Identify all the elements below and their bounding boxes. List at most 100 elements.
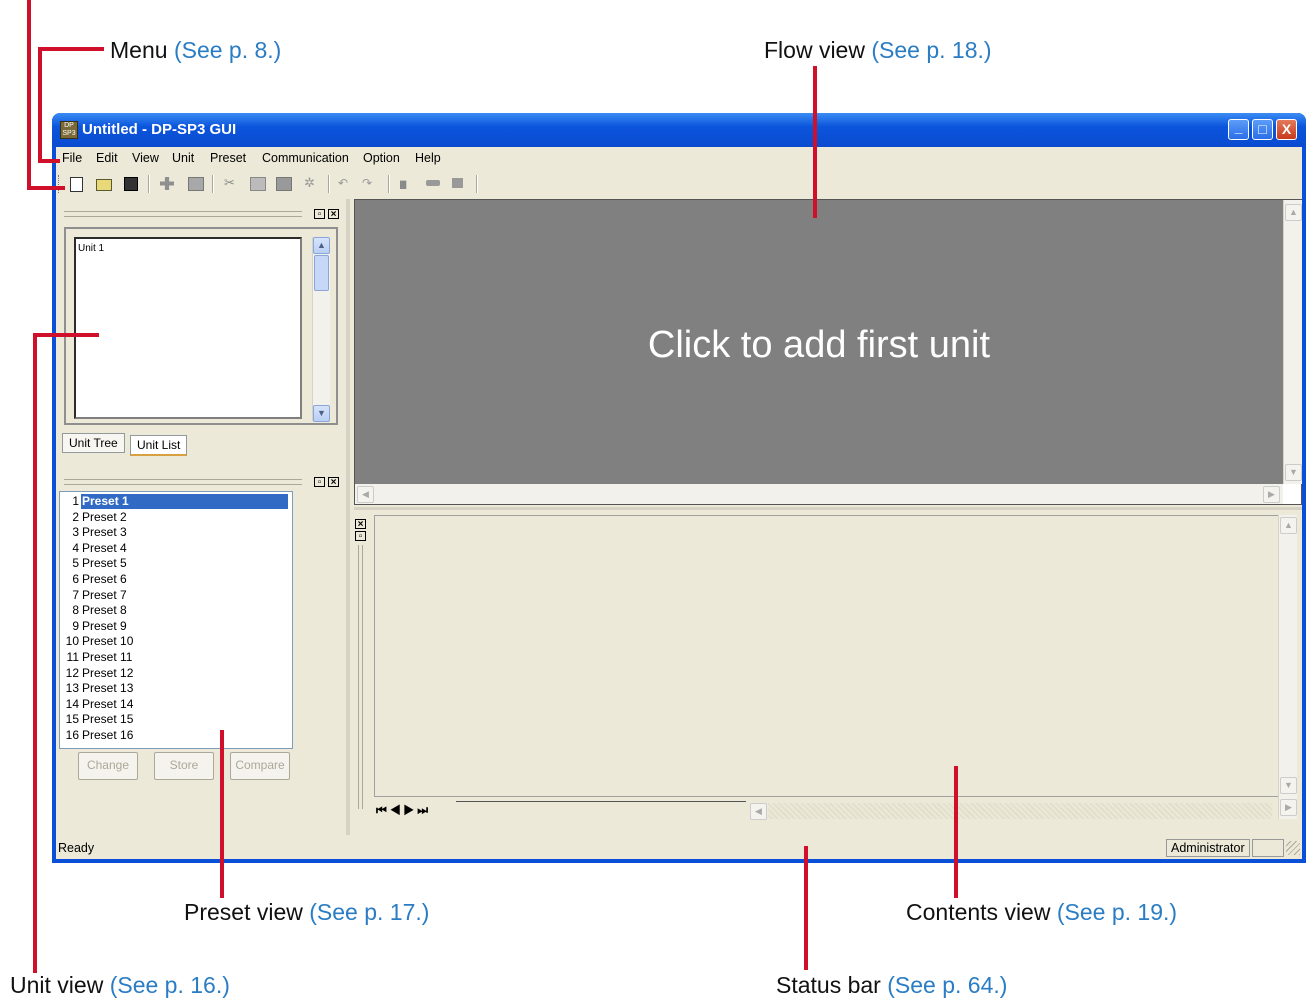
- unit-panel-gripbar[interactable]: ▫ ×: [60, 209, 342, 220]
- list-item[interactable]: 12 Preset 12: [60, 666, 292, 682]
- contents-scroll-left-icon[interactable]: ◀: [750, 803, 767, 820]
- status-user: Administrator: [1166, 839, 1250, 857]
- list-item[interactable]: 2 Preset 2: [60, 510, 292, 526]
- unit-panel-float-icon[interactable]: ▫: [314, 209, 325, 220]
- horizontal-splitter[interactable]: [354, 507, 1302, 510]
- contents-view[interactable]: ▲ ▼ ▶ ⏮◀▶⏭ ◀: [354, 511, 1302, 823]
- callout-preset-view: Preset view (See p. 17.): [184, 899, 430, 925]
- redo-icon[interactable]: ↷: [362, 177, 376, 189]
- callout-line-toolbar-v: [27, 0, 31, 190]
- callout-line-contents: [954, 766, 958, 898]
- scroll-right-icon[interactable]: ▶: [1263, 486, 1280, 503]
- menu-communication[interactable]: Communication: [262, 151, 349, 165]
- maximize-button[interactable]: □: [1252, 119, 1273, 140]
- list-item[interactable]: 9 Preset 9: [60, 619, 292, 635]
- minimize-button[interactable]: _: [1228, 119, 1249, 140]
- cut-icon[interactable]: ✂: [224, 176, 238, 189]
- list-item[interactable]: 16 Preset 16: [60, 728, 292, 744]
- scroll-left-icon[interactable]: ◀: [357, 486, 374, 503]
- prev-sheet-icon[interactable]: ◀: [390, 803, 404, 817]
- list-item[interactable]: 8 Preset 8: [60, 603, 292, 619]
- contents-horizontal-track[interactable]: [768, 803, 1272, 819]
- scroll-thumb[interactable]: [314, 255, 329, 291]
- app-icon: DP SP3: [60, 121, 78, 139]
- scroll-up-icon[interactable]: ▲: [1285, 204, 1302, 221]
- list-item[interactable]: 6 Preset 6: [60, 572, 292, 588]
- online-icon[interactable]: [426, 180, 440, 186]
- scroll-up-icon[interactable]: ▲: [313, 237, 330, 254]
- status-panel-empty: [1252, 839, 1284, 857]
- unit-list-scrollbar[interactable]: ▲ ▼: [312, 237, 330, 422]
- window-title: Untitled - DP-SP3 GUI: [82, 121, 237, 138]
- flow-placeholder-text[interactable]: Click to add first unit: [355, 324, 1283, 367]
- new-icon[interactable]: [70, 177, 83, 192]
- callout-line-preset: [220, 730, 224, 898]
- vertical-splitter[interactable]: [346, 199, 350, 835]
- list-item[interactable]: 5 Preset 5: [60, 556, 292, 572]
- preset-panel-float-icon[interactable]: ▫: [314, 477, 325, 488]
- contents-vertical-scrollbar[interactable]: ▲ ▼ ▶: [1278, 515, 1297, 819]
- callout-contents-view: Contents view (See p. 19.): [906, 899, 1178, 925]
- open-icon[interactable]: [96, 179, 112, 191]
- tab-unit-list[interactable]: Unit List: [130, 435, 188, 456]
- preset-panel-gripbar[interactable]: ▫ ×: [60, 477, 342, 488]
- menu-preset[interactable]: Preset: [210, 151, 246, 165]
- next-sheet-icon[interactable]: ▶: [404, 803, 418, 817]
- menu-unit[interactable]: Unit: [172, 151, 194, 165]
- callout-line-flow: [813, 66, 817, 218]
- first-sheet-icon[interactable]: ⏮: [376, 803, 390, 817]
- unit-list[interactable]: Unit 1: [74, 237, 302, 419]
- list-item[interactable]: 14 Preset 14: [60, 697, 292, 713]
- list-item[interactable]: 10 Preset 10: [60, 634, 292, 650]
- contents-pane[interactable]: [374, 515, 1280, 797]
- menu-option[interactable]: Option: [363, 151, 400, 165]
- callout-status-bar: Status bar (See p. 64.): [776, 972, 1008, 998]
- connect-icon[interactable]: [400, 180, 407, 189]
- close-button[interactable]: X: [1276, 119, 1297, 140]
- list-item[interactable]: 1 Preset 1: [60, 494, 292, 510]
- print-icon[interactable]: [188, 177, 204, 191]
- scroll-right-icon[interactable]: ▶: [1280, 799, 1297, 816]
- scroll-up-icon[interactable]: ▲: [1280, 517, 1297, 534]
- compare-button[interactable]: Compare: [230, 752, 290, 780]
- unit-list-item[interactable]: Unit 1: [78, 243, 104, 254]
- scroll-down-icon[interactable]: ▼: [1285, 464, 1302, 481]
- list-item[interactable]: 13 Preset 13: [60, 681, 292, 697]
- list-item[interactable]: 4 Preset 4: [60, 541, 292, 557]
- flow-canvas[interactable]: Click to add first unit: [355, 200, 1283, 484]
- change-button[interactable]: Change: [78, 752, 138, 780]
- toolbar-grip[interactable]: [58, 175, 62, 193]
- last-sheet-icon[interactable]: ⏭: [417, 803, 431, 817]
- menu-file[interactable]: File: [62, 151, 82, 165]
- settings-icon[interactable]: ✲: [304, 176, 318, 189]
- title-bar[interactable]: DP SP3 Untitled - DP-SP3 GUI _ □ X: [52, 113, 1306, 147]
- list-item[interactable]: 3 Preset 3: [60, 525, 292, 541]
- list-item[interactable]: 11 Preset 11: [60, 650, 292, 666]
- resize-grip-icon[interactable]: [1286, 841, 1300, 855]
- copy-icon[interactable]: [250, 177, 266, 191]
- sheet-tab-area[interactable]: [456, 801, 746, 818]
- toolbar-separator: [148, 175, 150, 193]
- paste-icon[interactable]: [276, 177, 292, 191]
- scroll-down-icon[interactable]: ▼: [1280, 777, 1297, 794]
- preset-list[interactable]: 1 Preset 1 2 Preset 2 3 Preset 3 4 Preset 4 …: [59, 491, 293, 749]
- preset-panel-close-icon[interactable]: ×: [328, 477, 339, 488]
- menu-view[interactable]: View: [132, 151, 159, 165]
- list-item[interactable]: 15 Preset 15: [60, 712, 292, 728]
- callout-line-unit-v: [33, 333, 37, 973]
- flow-horizontal-scrollbar[interactable]: ◀ ▶: [355, 484, 1283, 504]
- flow-vertical-scrollbar[interactable]: ▲ ▼: [1283, 200, 1302, 484]
- store-button[interactable]: Store: [154, 752, 214, 780]
- callout-line-menu-end: [38, 159, 60, 163]
- menu-edit[interactable]: Edit: [96, 151, 118, 165]
- list-item[interactable]: 7 Preset 7: [60, 588, 292, 604]
- add-unit-icon[interactable]: [160, 177, 174, 190]
- unit-panel-close-icon[interactable]: ×: [328, 209, 339, 220]
- offline-icon[interactable]: [452, 178, 463, 188]
- undo-icon[interactable]: ↶: [338, 177, 352, 189]
- scroll-down-icon[interactable]: ▼: [313, 405, 330, 422]
- flow-view[interactable]: Click to add first unit ▲ ▼ ◀ ▶: [354, 199, 1302, 505]
- save-icon[interactable]: [124, 177, 138, 191]
- menu-help[interactable]: Help: [415, 151, 441, 165]
- tab-unit-tree[interactable]: Unit Tree: [62, 433, 125, 453]
